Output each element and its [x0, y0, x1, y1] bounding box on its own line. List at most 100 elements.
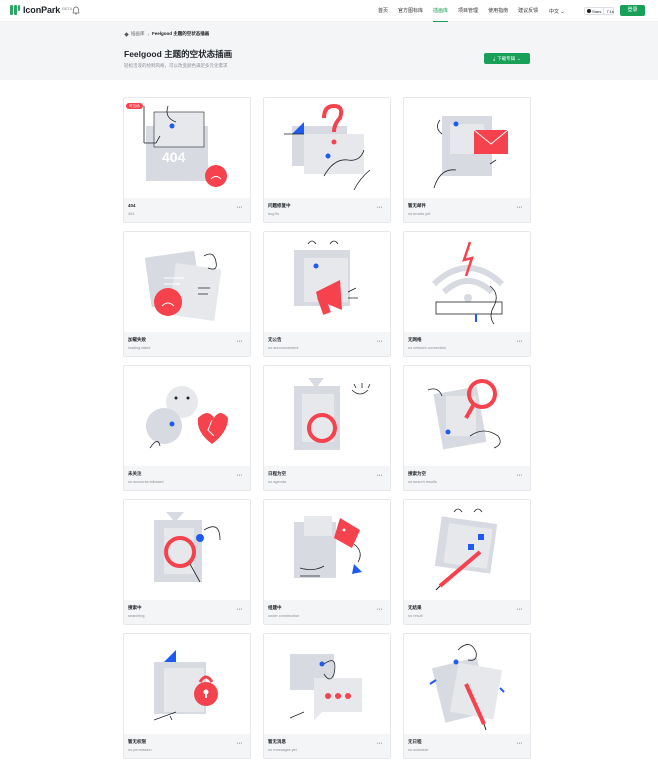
card-title: 加载失败 — [128, 337, 146, 342]
svg-text:404: 404 — [162, 149, 186, 165]
card-subtitle: loading failed — [128, 346, 151, 350]
card-title: 问题修复中 — [268, 203, 291, 208]
card-title: 搜索为空 — [408, 471, 426, 476]
github-icon — [587, 9, 591, 13]
under-construction-icon — [294, 516, 362, 578]
card-footer: 404 404 ··· — [124, 198, 250, 222]
illustration-card[interactable]: 问题修复中 bug fix ··· — [263, 97, 391, 223]
no-emails-icon — [433, 116, 509, 189]
illustration-card[interactable]: 无结果 no result ··· — [403, 499, 531, 625]
more-options-icon[interactable]: ··· — [377, 472, 383, 479]
card-subtitle: under construction — [268, 614, 300, 618]
card-title: 搜索中 — [128, 605, 142, 610]
illustration-card[interactable]: 404 可互动 404 404 ··· — [123, 97, 251, 223]
no-permission-icon — [153, 650, 218, 721]
card-footer: 组建中 under construction ··· — [264, 600, 390, 624]
card-footer: 问题修复中 bug fix ··· — [264, 198, 390, 222]
download-album-button[interactable]: ⤓ 下载专辑 ⌄ — [484, 53, 530, 64]
breadcrumb-current: Feelgood 主题的空状态插画 — [152, 31, 210, 36]
iconpark-logo-icon — [10, 5, 20, 15]
chevron-right-icon: › — [147, 31, 150, 37]
no-messages-icon — [289, 654, 362, 720]
more-options-icon[interactable]: ··· — [377, 740, 383, 747]
more-options-icon[interactable]: ··· — [377, 606, 383, 613]
illustration-card[interactable]: 暂无邮件 no emails yet ··· — [403, 97, 531, 223]
loading-failed-icon — [144, 250, 222, 321]
illustration-card[interactable]: 暂无消息 no messages yet ··· — [263, 633, 391, 759]
card-footer: 暂无权限 no permission ··· — [124, 734, 250, 758]
more-options-icon[interactable]: ··· — [517, 472, 523, 479]
card-title: 组建中 — [268, 605, 282, 610]
illustration-card[interactable]: 暂无权限 no permission ··· — [123, 633, 251, 759]
card-title: 暂无权限 — [128, 739, 146, 744]
card-footer: 暂无邮件 no emails yet ··· — [404, 198, 530, 222]
illustration-card[interactable]: 组建中 under construction ··· — [263, 499, 391, 625]
card-subtitle: bug fix — [268, 212, 280, 216]
card-subtitle: no announcement — [268, 346, 299, 350]
illustration-card[interactable]: 搜索中 searching ··· — [123, 499, 251, 625]
more-options-icon[interactable]: ··· — [377, 204, 383, 211]
more-options-icon[interactable]: ··· — [517, 606, 523, 613]
interactive-badge: 可互动 — [126, 103, 143, 109]
card-subtitle: searching — [128, 614, 145, 618]
illustration-card[interactable]: 加载失败 loading failed ··· — [123, 231, 251, 357]
more-options-icon[interactable]: ··· — [237, 740, 243, 747]
breadcrumb-home[interactable]: 插画库 — [131, 31, 145, 37]
page-header: 插画库 › Feelgood 主题的空状态插画 Feelgood 主题的空状态插… — [0, 22, 658, 80]
card-footer: 加载失败 loading failed ··· — [124, 332, 250, 356]
top-nav: IconPark BETA 首页 官方图标库 插画库 项目管理 使用指南 建议反馈 中文 … — [0, 0, 658, 22]
beta-badge: BETA — [62, 5, 73, 11]
bell-icon[interactable] — [72, 6, 80, 15]
card-title: 暂无消息 — [268, 739, 286, 744]
page-title: Feelgood 主题的空状态插画 — [124, 49, 233, 59]
illustration-card[interactable]: 日程为空 no agenda ··· — [263, 365, 391, 491]
nav-item-4[interactable]: 使用指南 — [488, 0, 508, 22]
nav-item-1[interactable]: 官方图标库 — [398, 0, 423, 22]
illustration-card[interactable]: 无公告 no announcement ··· — [263, 231, 391, 357]
nav-item-2[interactable]: 插画库 — [433, 0, 449, 22]
login-button[interactable]: 登录 — [620, 5, 645, 16]
more-options-icon[interactable]: ··· — [377, 338, 383, 345]
illustration-card[interactable]: 搜索为空 no search results ··· — [403, 365, 531, 491]
card-title: 暂无邮件 — [408, 203, 426, 208]
illustration-card[interactable]: 未关注 no accounts followed ··· — [123, 365, 251, 491]
card-subtitle: no permission — [128, 748, 152, 752]
page-subtitle: 轻松活泼的绘制风格，可以改变颜色满足多元化需求 — [124, 63, 228, 68]
card-footer: 暂无消息 no messages yet ··· — [264, 734, 390, 758]
card-subtitle: no network connection — [408, 346, 446, 350]
searching-icon — [154, 512, 221, 583]
no-schedule-icon — [429, 644, 505, 731]
no-announcement-icon — [294, 240, 358, 315]
more-options-icon[interactable]: ··· — [517, 204, 523, 211]
gallery-icon — [124, 31, 129, 37]
card-subtitle: 404 — [128, 212, 135, 216]
github-stars[interactable]: Stars 7.1k — [584, 7, 614, 15]
card-subtitle: no messages yet — [268, 748, 297, 752]
language-select[interactable]: 中文 ⌄ — [549, 8, 565, 15]
404-icon: 404 — [143, 105, 227, 187]
card-subtitle: no result — [408, 614, 423, 618]
nav-item-5[interactable]: 建议反馈 — [518, 0, 538, 22]
card-title: 未关注 — [128, 471, 142, 476]
more-options-icon[interactable]: ··· — [517, 740, 523, 747]
more-options-icon[interactable]: ··· — [237, 204, 243, 211]
no-search-results-icon — [427, 379, 501, 450]
chevron-down-icon: ⌄ — [517, 55, 521, 61]
logo[interactable]: IconPark BETA — [10, 5, 72, 15]
card-footer: 搜索为空 no search results ··· — [404, 466, 530, 490]
card-subtitle: no accounts followed — [128, 480, 164, 484]
nav-item-0[interactable]: 首页 — [378, 0, 388, 22]
card-subtitle: no agenda — [268, 480, 286, 484]
more-options-icon[interactable]: ··· — [237, 606, 243, 613]
illustration-card[interactable]: 无网络 no network connection ··· — [403, 231, 531, 357]
no-follow-icon — [146, 386, 228, 449]
more-options-icon[interactable]: ··· — [237, 472, 243, 479]
card-footer: 未关注 no accounts followed ··· — [124, 466, 250, 490]
card-footer: 无日程 no schedule ··· — [404, 734, 530, 758]
nav-item-3[interactable]: 项目管理 — [458, 0, 478, 22]
more-options-icon[interactable]: ··· — [517, 338, 523, 345]
card-subtitle: no schedule — [408, 748, 429, 752]
more-options-icon[interactable]: ··· — [237, 338, 243, 345]
illustration-card[interactable]: 无日程 no schedule ··· — [403, 633, 531, 759]
card-footer: 无网络 no network connection ··· — [404, 332, 530, 356]
